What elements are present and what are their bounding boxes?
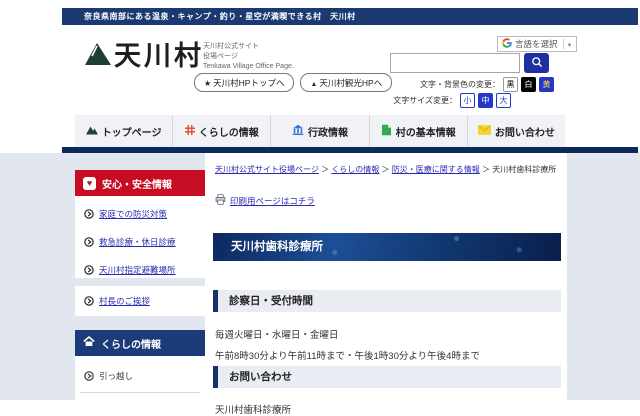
sidebar-living-header: くらしの情報: [75, 330, 205, 356]
nav-kurashi-info[interactable]: くらしの情報: [172, 115, 270, 147]
sidebar-link[interactable]: 家庭での防災対策: [99, 208, 167, 220]
color-change-row: 文字・背景色の変更： 黒 白 黄: [398, 77, 554, 92]
printer-icon: [215, 194, 226, 207]
clinic-days-text: 毎週火曜日・水曜日・金曜日: [215, 327, 561, 341]
section-heading-hours: 診察日・受付時間: [213, 290, 561, 312]
nav-gyosei-info[interactable]: 行政情報: [270, 115, 368, 147]
language-select-label: 言語を選択: [515, 38, 558, 50]
arrow-circle-icon: [84, 296, 94, 306]
sidebar-item-hikkoshi[interactable]: 引っ越し: [80, 356, 200, 393]
site-subtitle-line2: 役場ページ: [203, 52, 294, 62]
arrow-circle-icon: [84, 371, 94, 381]
village-kanko-hp-label: 天川村観光HPへ: [319, 77, 382, 89]
document-icon: [381, 124, 392, 139]
clinic-hours-text: 午前8時30分より午前11時まで・午後1時30分より午後4時まで: [215, 348, 561, 362]
language-select[interactable]: 言語を選択: [497, 36, 577, 52]
google-icon: [502, 38, 512, 50]
color-option-white[interactable]: 白: [521, 77, 536, 92]
site-subtitle-line1: 天川村公式サイト: [203, 42, 294, 52]
nav-label: トップページ: [102, 124, 162, 139]
building-icon: [292, 124, 304, 138]
sidebar-item-bousai[interactable]: 家庭での防災対策: [75, 200, 205, 228]
font-size-small[interactable]: 小: [460, 93, 475, 108]
nav-label: お問い合わせ: [495, 124, 555, 139]
nav-village-basic-info[interactable]: 村の基本情報: [369, 115, 467, 147]
sidebar-living-box: 引っ越し: [75, 356, 205, 400]
color-option-black[interactable]: 黒: [503, 77, 518, 92]
arrow-circle-icon: [84, 237, 94, 247]
header-link-buttons: 天川村HPトップへ 天川村観光HPへ: [194, 73, 392, 92]
breadcrumb: 天川村公式サイト役場ページ ＞ くらしの情報 ＞ 防災・医療に関する情報 ＞ 天…: [215, 164, 561, 175]
print-page-link[interactable]: 印刷用ページはコチラ: [230, 195, 315, 207]
hash-icon: [185, 125, 195, 138]
print-link-row: 印刷用ページはコチラ: [215, 194, 315, 207]
nav-label: 行政情報: [308, 124, 348, 139]
site-subtitle-line3: Tenkawa Village Office Page.: [203, 62, 294, 72]
sidebar-item-mayor-greeting[interactable]: 村長のご挨拶: [75, 287, 159, 315]
color-option-yellow[interactable]: 黄: [539, 77, 554, 92]
village-hp-top-label: 天川村HPトップへ: [213, 77, 284, 89]
village-hp-top-button[interactable]: 天川村HPトップへ: [194, 73, 294, 92]
search-input[interactable]: [390, 53, 520, 73]
divider: [563, 39, 564, 49]
mountain-icon: [86, 125, 98, 138]
mail-icon: [478, 125, 491, 138]
sidebar-safety-title: 安心・安全情報: [102, 176, 172, 191]
sidebar-safety-header: 安心・安全情報: [75, 170, 205, 196]
search-icon: [531, 56, 543, 71]
breadcrumb-link-kurashi[interactable]: くらしの情報: [331, 165, 379, 174]
nav-contact[interactable]: お問い合わせ: [467, 115, 565, 147]
nav-top-page[interactable]: トップページ: [75, 115, 172, 147]
breadcrumb-link-bousai-iryo[interactable]: 防災・医療に関する情報: [392, 165, 480, 174]
page-title-banner: 天川村歯科診療所: [213, 233, 561, 261]
site-title[interactable]: 天川村: [114, 34, 204, 73]
sidebar-living-title: くらしの情報: [101, 336, 161, 351]
top-slogan-bar: 奈良県南部にある温泉・キャンプ・釣り・星空が満喫できる村 天川村: [62, 8, 638, 25]
contact-name-text: 天川村歯科診療所: [215, 402, 561, 416]
sidebar-safety-box: 家庭での防災対策 救急診療・休日診療 天川村指定避難場所: [75, 196, 205, 278]
arrow-circle-icon: [84, 209, 94, 219]
sidebar-link[interactable]: 天川村指定避難場所: [99, 264, 176, 276]
breadcrumb-separator: ＞: [321, 165, 329, 174]
chevron-down-icon: [567, 39, 573, 49]
sidebar-link[interactable]: 救急診療・休日診療: [99, 236, 176, 248]
heart-icon: [83, 177, 96, 190]
breadcrumb-separator: ＞: [482, 165, 490, 174]
village-kanko-hp-button[interactable]: 天川村観光HPへ: [300, 73, 392, 92]
search-button[interactable]: [524, 53, 549, 73]
font-size-large[interactable]: 大: [496, 93, 511, 108]
nav-label: 村の基本情報: [396, 124, 456, 139]
village-logo-mountain-icon[interactable]: [84, 40, 112, 71]
breadcrumb-current: 天川村歯科診療所: [492, 165, 556, 174]
main-content-panel: [205, 153, 567, 400]
sidebar-item-kyukyu[interactable]: 救急診療・休日診療: [75, 228, 205, 256]
section-heading-contact: お問い合わせ: [213, 366, 561, 388]
font-size-row: 文字サイズ変更： 小 中 大: [355, 93, 511, 108]
site-subtitle: 天川村公式サイト 役場ページ Tenkawa Village Office Pa…: [203, 42, 294, 72]
sidebar-item-hinan[interactable]: 天川村指定避難場所: [75, 256, 205, 284]
arrow-circle-icon: [84, 265, 94, 275]
sidebar-link[interactable]: 引っ越し: [99, 370, 133, 382]
star-icon: [204, 78, 211, 88]
breadcrumb-separator: ＞: [382, 165, 390, 174]
breadcrumb-link-home[interactable]: 天川村公式サイト役場ページ: [215, 165, 319, 174]
mountain-icon: [310, 78, 317, 88]
nav-label: くらしの情報: [199, 124, 259, 139]
sidebar-mayor-box: 村長のご挨拶: [75, 286, 205, 316]
font-size-medium[interactable]: 中: [478, 93, 493, 108]
home-icon: [83, 336, 95, 350]
sidebar-link[interactable]: 村長のご挨拶: [99, 295, 150, 307]
color-change-label: 文字・背景色の変更：: [420, 79, 500, 90]
global-nav: トップページ くらしの情報 行政情報 村の基本情報 お問い合わせ: [75, 115, 565, 147]
font-size-label: 文字サイズ変更：: [393, 95, 457, 106]
